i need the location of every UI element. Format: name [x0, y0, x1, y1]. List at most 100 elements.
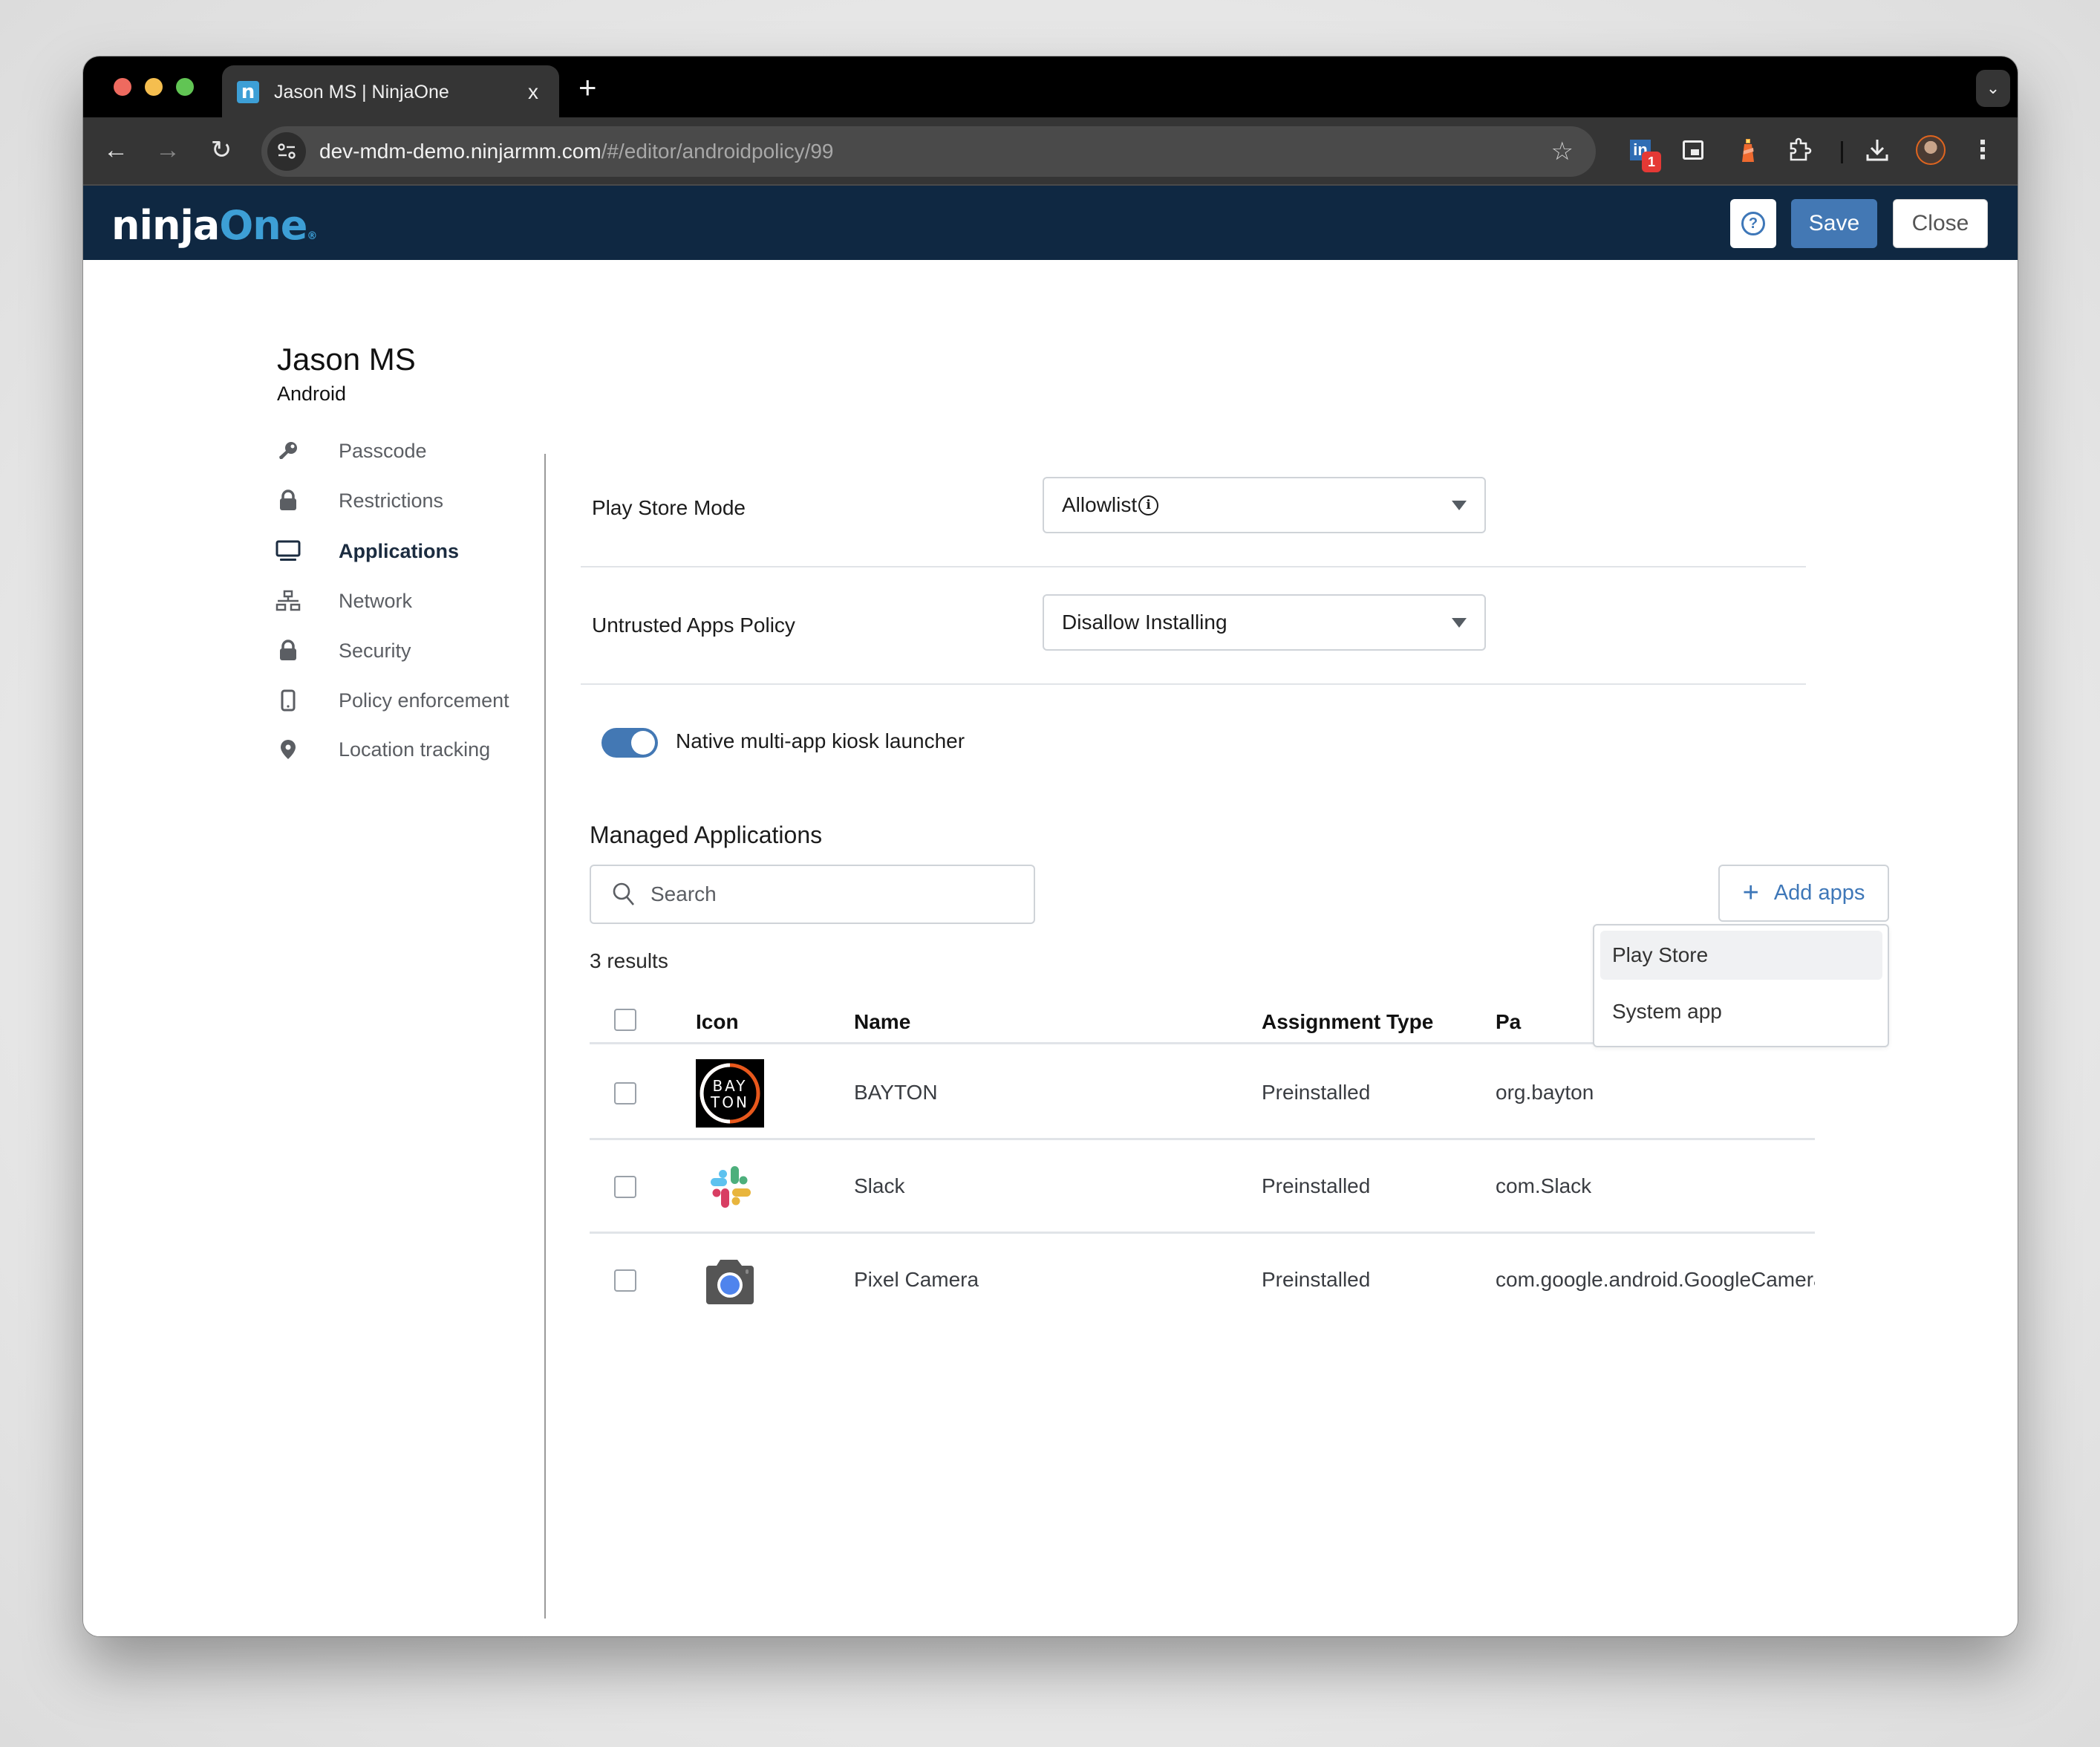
ninjaone-favicon-icon: n: [237, 81, 259, 103]
menu-item-system-app[interactable]: System app: [1600, 987, 1882, 1036]
untrusted-apps-policy-select[interactable]: Disallow Installing: [1043, 594, 1486, 651]
bayton-logo-icon: BAY TON: [696, 1059, 764, 1128]
policy-editor-page: Jason MS Android Passcode Restrictions A…: [83, 260, 2018, 1636]
app-assignment-type: Preinstalled: [1262, 1081, 1371, 1104]
lock-icon: [273, 486, 303, 515]
page-title: Jason MS: [277, 342, 416, 377]
page-subtitle: Android: [277, 383, 347, 405]
kiosk-launcher-toggle[interactable]: [601, 728, 658, 758]
mobile-icon: [273, 686, 303, 715]
caret-down-icon: [1452, 500, 1467, 510]
play-store-mode-label: Play Store Mode: [592, 496, 746, 519]
plus-icon: +: [1742, 877, 1759, 908]
window-minimize-button[interactable]: [145, 78, 163, 96]
window-close-button[interactable]: [114, 78, 131, 96]
app-header: ninjaOne® ? Save Close: [83, 186, 2018, 260]
caret-down-icon: [1452, 617, 1467, 628]
slack-logo-icon: [696, 1153, 764, 1221]
linkedin-extension-icon[interactable]: in 1: [1624, 134, 1661, 172]
kiosk-launcher-label: Native multi-app kiosk launcher: [676, 729, 965, 752]
divider: [581, 683, 1806, 685]
browser-toolbar: ← → ↻ dev-mdm-demo.ninjarmm.com/#/editor…: [83, 117, 2018, 186]
sidebar-item-applications[interactable]: Applications: [273, 533, 459, 570]
app-package: org.bayton: [1496, 1081, 1594, 1104]
browser-menu-icon[interactable]: ⋮: [1966, 134, 1999, 166]
url-text[interactable]: dev-mdm-demo.ninjarmm.com/#/editor/andro…: [319, 140, 1551, 163]
column-header-package[interactable]: Pa: [1496, 1010, 1521, 1034]
divider: [581, 566, 1806, 567]
play-store-mode-select[interactable]: Allowlist i: [1043, 477, 1486, 533]
untrusted-apps-policy-label: Untrusted Apps Policy: [592, 614, 795, 637]
app-name: Pixel Camera: [854, 1268, 979, 1291]
table-row[interactable]: Slack Preinstalled com.Slack: [590, 1140, 1815, 1234]
sidebar-item-network[interactable]: Network: [273, 582, 412, 619]
sidebar-item-security[interactable]: Security: [273, 632, 411, 669]
browser-window: n Jason MS | NinjaOne x + ⌄ ← → ↻ dev-md…: [83, 56, 2018, 1636]
info-icon[interactable]: i: [1138, 495, 1159, 515]
sidebar-item-location-tracking[interactable]: Location tracking: [273, 731, 490, 768]
untrusted-apps-policy-row: Untrusted Apps Policy Disallow Installin…: [581, 579, 1806, 683]
sidebar-divider: [544, 454, 546, 1619]
back-arrow-icon[interactable]: ←: [100, 134, 132, 166]
save-button[interactable]: Save: [1791, 199, 1877, 248]
column-header-assignment-type[interactable]: Assignment Type: [1262, 1010, 1433, 1034]
app-assignment-type: Preinstalled: [1262, 1268, 1371, 1291]
forward-arrow-icon[interactable]: →: [151, 134, 184, 166]
untrusted-apps-policy-value: Disallow Installing: [1062, 611, 1227, 634]
row-checkbox[interactable]: [614, 1176, 636, 1198]
select-all-checkbox[interactable]: [614, 1009, 636, 1031]
sidebar-item-passcode[interactable]: Passcode: [273, 432, 427, 469]
extensions-puzzle-icon[interactable]: [1784, 134, 1816, 166]
tab-title: Jason MS | NinjaOne: [274, 81, 449, 103]
tab-search-chevron-icon[interactable]: ⌄: [1976, 70, 2010, 107]
app-assignment-type: Preinstalled: [1262, 1174, 1371, 1197]
window-maximize-button[interactable]: [176, 78, 194, 96]
map-pin-icon: [273, 735, 303, 764]
new-tab-button[interactable]: +: [578, 70, 597, 105]
play-store-mode-row: Play Store Mode Allowlist i: [581, 461, 1806, 565]
close-button[interactable]: Close: [1893, 199, 1988, 248]
app-package: com.google.android.GoogleCamera: [1496, 1268, 1815, 1291]
tab-close-icon[interactable]: x: [522, 80, 544, 104]
url-host: dev-mdm-demo.ninjarmm.com: [319, 140, 601, 163]
sidebar-item-policy-enforcement[interactable]: Policy enforcement: [273, 682, 509, 719]
sidebar-item-restrictions[interactable]: Restrictions: [273, 482, 443, 519]
app-search-field[interactable]: [590, 865, 1035, 924]
column-header-name[interactable]: Name: [854, 1010, 910, 1034]
column-header-icon[interactable]: Icon: [696, 1010, 739, 1034]
browser-tab-active[interactable]: n Jason MS | NinjaOne x: [222, 65, 559, 119]
menu-item-play-store[interactable]: Play Store: [1600, 931, 1882, 980]
picture-in-picture-icon[interactable]: [1677, 134, 1709, 166]
download-icon[interactable]: [1861, 134, 1894, 166]
app-name: Slack: [854, 1174, 905, 1197]
row-checkbox[interactable]: [614, 1269, 636, 1292]
reload-icon[interactable]: ↻: [205, 134, 238, 166]
row-checkbox[interactable]: [614, 1082, 636, 1105]
key-icon: [273, 436, 303, 466]
help-button[interactable]: ?: [1730, 199, 1776, 248]
monitor-icon: [273, 536, 303, 566]
network-icon: [273, 586, 303, 616]
play-store-mode-value: Allowlist: [1062, 493, 1138, 516]
pixel-camera-icon: [696, 1246, 764, 1315]
results-count: 3 results: [590, 949, 668, 972]
table-row[interactable]: BAY TON BAYTON Preinstalled org.bayton: [590, 1047, 1815, 1140]
add-apps-button[interactable]: + Add apps: [1718, 865, 1889, 922]
ninjaone-logo: ninjaOne®: [111, 202, 317, 249]
app-package: com.Slack: [1496, 1174, 1592, 1197]
tab-bar: n Jason MS | NinjaOne x + ⌄: [83, 56, 2018, 119]
search-input[interactable]: [650, 882, 1007, 906]
lock-icon: [273, 636, 303, 666]
toolbar-separator: [1841, 141, 1843, 163]
profile-avatar[interactable]: [1914, 134, 1947, 166]
site-settings-icon[interactable]: [267, 132, 306, 171]
search-icon: [613, 882, 634, 905]
address-bar[interactable]: dev-mdm-demo.ninjarmm.com/#/editor/andro…: [261, 126, 1596, 177]
app-name: BAYTON: [854, 1081, 938, 1104]
svg-text:TON: TON: [710, 1093, 749, 1111]
lighthouse-extension-icon[interactable]: [1732, 134, 1764, 166]
table-row[interactable]: Pixel Camera Preinstalled com.google.and…: [590, 1234, 1815, 1327]
managed-applications-heading: Managed Applications: [590, 822, 823, 848]
bookmark-star-icon[interactable]: ☆: [1551, 137, 1574, 166]
svg-text:BAY: BAY: [712, 1077, 747, 1095]
